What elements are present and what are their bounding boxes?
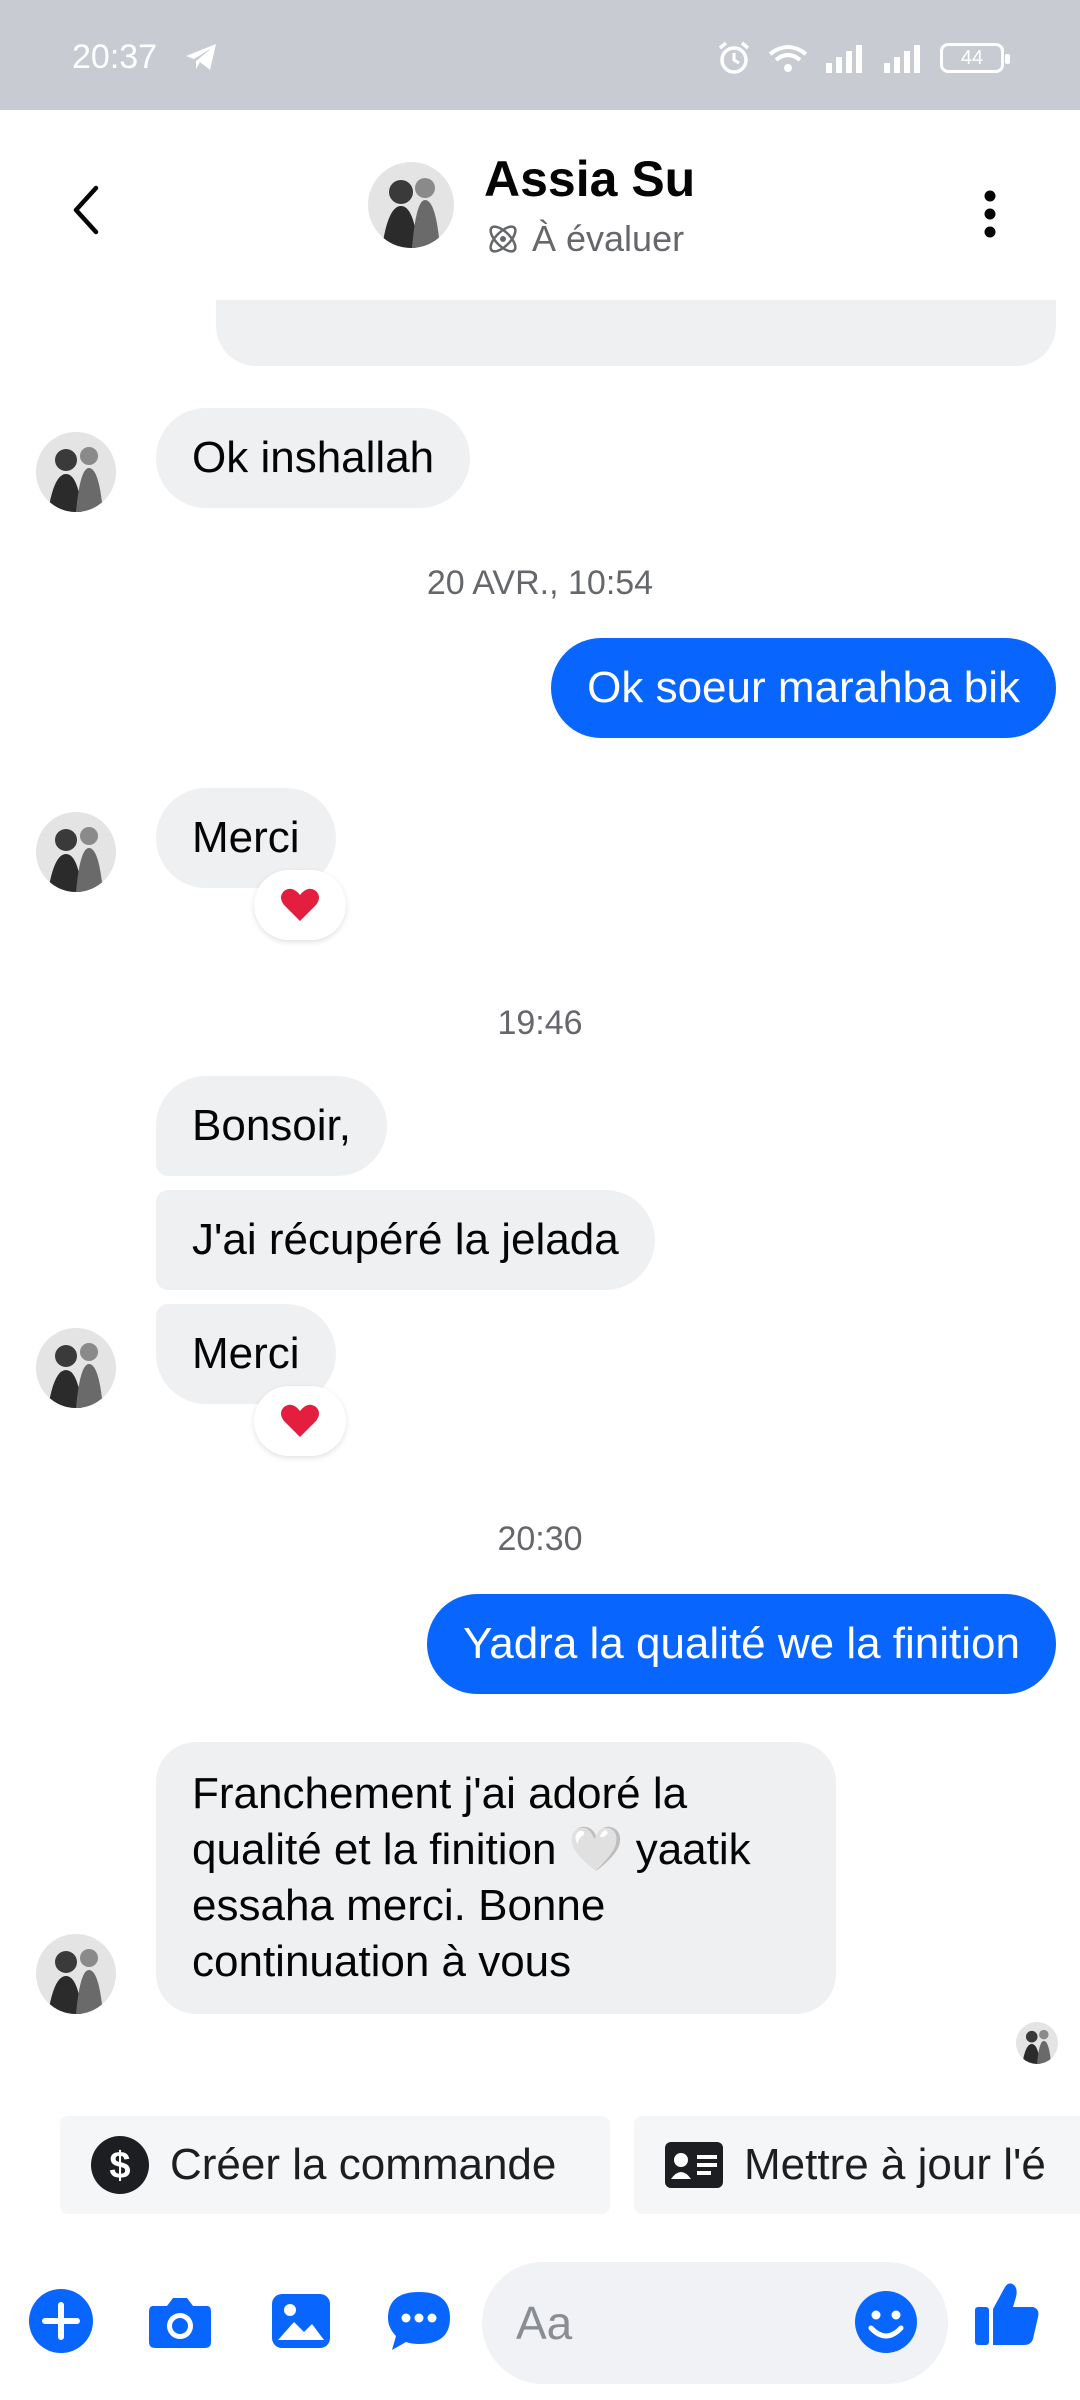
contact-status[interactable]: À évaluer xyxy=(484,218,684,260)
message-input-placeholder: Aa xyxy=(516,2297,573,2349)
message-incoming[interactable]: Bonsoir, xyxy=(156,1076,387,1176)
create-order-button[interactable]: $ Créer la commande xyxy=(60,2116,610,2214)
heart-reaction[interactable] xyxy=(254,1386,346,1456)
sender-avatar[interactable] xyxy=(36,432,116,512)
wifi-icon xyxy=(768,45,808,72)
sender-avatar[interactable] xyxy=(36,1328,116,1408)
composer-bar: Aa xyxy=(0,2240,1080,2400)
dollar-icon: $ xyxy=(91,2136,149,2194)
heart-icon xyxy=(281,1404,319,1437)
contact-card-icon xyxy=(665,2142,723,2188)
update-status-label: Mettre à jour l'é xyxy=(744,2140,1046,2189)
telegram-icon xyxy=(186,44,216,70)
seen-avatar xyxy=(1016,2022,1058,2064)
status-time: 20:37 xyxy=(72,38,158,76)
chat-header: Assia Su À évaluer xyxy=(0,110,1080,300)
alarm-icon xyxy=(718,41,750,74)
timestamp: 20 AVR., 10:54 xyxy=(426,564,654,602)
sender-avatar[interactable] xyxy=(36,812,116,892)
signal-icon-2 xyxy=(884,45,920,73)
contact-avatar[interactable] xyxy=(368,162,454,248)
message-incoming[interactable]: Franchement j'ai adoré la qualité et la … xyxy=(156,1742,836,2014)
kebab-menu-icon[interactable] xyxy=(970,184,1010,244)
update-status-button[interactable]: Mettre à jour l'é xyxy=(634,2116,1080,2214)
contact-status-label: À évaluer xyxy=(532,218,685,259)
plus-icon[interactable] xyxy=(26,2286,96,2356)
sender-avatar[interactable] xyxy=(36,1934,116,2014)
chevron-left-icon[interactable] xyxy=(62,180,112,240)
status-icons: 44 xyxy=(716,40,1010,76)
battery-indicator: 44 xyxy=(940,43,1010,73)
svg-text:$: $ xyxy=(109,2145,130,2187)
heart-icon xyxy=(281,888,319,921)
message-incoming[interactable]: Ok inshallah xyxy=(156,408,471,508)
message-incoming[interactable]: J'ai récupéré la jelada xyxy=(156,1190,655,1290)
rating-icon xyxy=(489,225,517,253)
emoji-icon[interactable] xyxy=(854,2290,918,2354)
heart-reaction[interactable] xyxy=(254,870,346,940)
message-input[interactable]: Aa xyxy=(482,2262,948,2384)
contact-name[interactable]: Assia Su xyxy=(484,150,695,208)
like-icon[interactable] xyxy=(972,2278,1042,2348)
quick-actions: $ Créer la commande Mettre à jour l'é xyxy=(0,2116,1080,2216)
timestamp: 19:46 xyxy=(497,1004,583,1042)
signal-icon xyxy=(826,45,862,73)
create-order-label: Créer la commande xyxy=(170,2140,557,2189)
timestamp: 20:30 xyxy=(497,1520,583,1558)
message-outgoing[interactable]: Ok soeur marahba bik xyxy=(551,638,1056,738)
chat-bubble-icon[interactable] xyxy=(384,2286,454,2356)
image-icon[interactable] xyxy=(266,2286,336,2356)
camera-icon[interactable] xyxy=(145,2286,215,2356)
status-bar: 20:37 44 xyxy=(0,0,1080,110)
previous-message-card[interactable] xyxy=(216,300,1056,366)
message-outgoing[interactable]: Yadra la qualité we la finition xyxy=(427,1594,1056,1694)
message-thread[interactable]: Ok inshallah 20 AVR., 10:54 Ok soeur mar… xyxy=(0,300,1080,2100)
